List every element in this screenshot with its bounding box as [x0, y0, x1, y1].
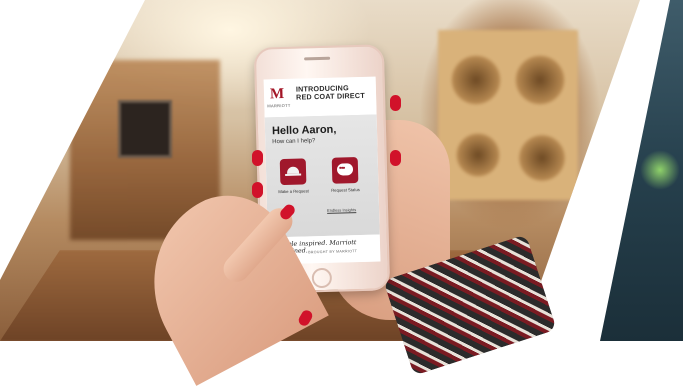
- make-request-label: Make a Request: [278, 188, 309, 195]
- greeting: Hello Aaron,: [271, 123, 337, 138]
- oven: [118, 100, 172, 158]
- fingernail: [252, 150, 263, 166]
- app-header: M MARRIOTT INTRODUCING RED COAT DIRECT: [263, 76, 377, 119]
- phone-speaker: [304, 56, 331, 61]
- footer-note: BROUGHT BY MARRIOTT: [308, 249, 358, 255]
- title-line-2: RED COAT DIRECT: [295, 90, 365, 102]
- fingernail: [390, 95, 401, 111]
- app-title: INTRODUCING RED COAT DIRECT: [295, 83, 372, 102]
- fingernail: [390, 150, 401, 166]
- chat-bubble-icon: [336, 163, 354, 176]
- brand-wordmark: MARRIOTT: [267, 102, 291, 109]
- insights-link[interactable]: Endless Insights: [327, 207, 356, 213]
- wall-art: [438, 30, 578, 200]
- fingernail: [252, 182, 263, 198]
- request-status-button[interactable]: [331, 157, 359, 184]
- make-request-button[interactable]: [279, 158, 307, 186]
- service-bell-icon: [286, 166, 300, 174]
- home-button[interactable]: [311, 267, 333, 289]
- marriott-logo-icon: M: [269, 85, 285, 103]
- request-status-label: Request Status: [331, 187, 360, 193]
- help-prompt: How can I help?: [272, 138, 316, 146]
